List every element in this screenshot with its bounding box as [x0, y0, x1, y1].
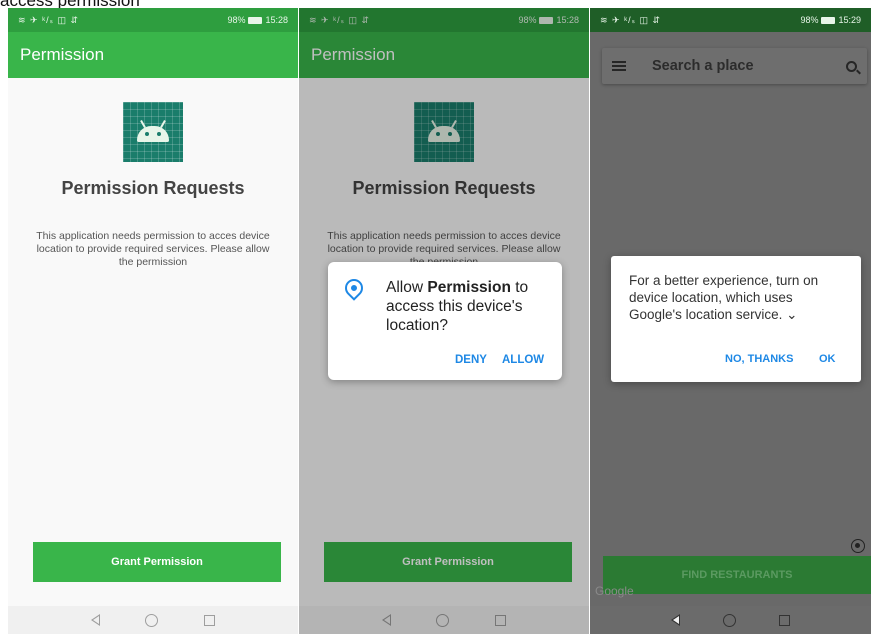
search-icon[interactable]: [846, 60, 857, 72]
status-bar: ≋ ✈ ᵏ/ₛ ◫ ⇵ 98% 15:28: [8, 8, 298, 32]
permission-description: This application needs permission to acc…: [36, 230, 270, 268]
location-pin-icon: [341, 275, 367, 301]
search-bar[interactable]: Search a place: [602, 48, 867, 84]
home-icon[interactable]: [145, 613, 159, 627]
find-restaurants-button[interactable]: FIND RESTAURANTS: [603, 556, 871, 594]
app-bar: Permission: [8, 32, 298, 78]
screen-permission-dialog: ≋ ✈ ᵏ/ₛ ◫ ⇵ 98% 15:28 Permission Permiss…: [299, 8, 589, 634]
ok-button[interactable]: OK: [819, 353, 836, 365]
menu-icon[interactable]: [612, 61, 626, 71]
status-icons: ≋ ✈ ᵏ/ₛ ◫ ⇵: [600, 14, 662, 25]
deny-button[interactable]: DENY: [455, 354, 487, 366]
app-bar-title: Permission: [20, 45, 105, 64]
status-bar: ≋ ✈ ᵏ/ₛ ◫ ⇵ 98% 15:29: [590, 8, 871, 32]
nav-bar: [590, 606, 871, 634]
home-icon[interactable]: [722, 613, 736, 627]
battery-percent: 98%: [227, 15, 246, 25]
battery-icon: [248, 16, 263, 24]
status-icons: ≋ ✈ ᵏ/ₛ ◫ ⇵: [18, 14, 80, 25]
google-logo: Google: [595, 584, 634, 598]
location-service-dialog: For a better experience, turn on device …: [611, 256, 861, 382]
screen-map-location-dialog: ≋ ✈ ᵏ/ₛ ◫ ⇵ 98% 15:29 Search a place FIN…: [590, 8, 871, 634]
allow-button[interactable]: ALLOW: [502, 354, 544, 366]
battery-icon: [821, 16, 836, 24]
grant-permission-button[interactable]: Grant Permission: [33, 542, 281, 582]
recents-icon[interactable]: [778, 614, 790, 626]
search-input[interactable]: Search a place: [652, 58, 846, 74]
permission-dialog-message: Allow Permission to access this device's…: [386, 279, 529, 334]
back-icon[interactable]: [90, 614, 100, 626]
no-thanks-button[interactable]: NO, THANKS: [725, 353, 793, 365]
status-time: 15:28: [265, 15, 288, 25]
recents-icon[interactable]: [204, 614, 216, 626]
permission-dialog: Allow Permission to access this device's…: [328, 262, 562, 380]
screen-permission: ≋ ✈ ᵏ/ₛ ◫ ⇵ 98% 15:28 Permission Permiss…: [8, 8, 298, 634]
location-dialog-message: For a better experience, turn on device …: [629, 273, 819, 322]
back-icon[interactable]: [671, 614, 681, 626]
status-time: 15:29: [838, 15, 861, 25]
content: Permission Requests This application nee…: [8, 78, 298, 606]
page-title: Permission Requests: [61, 178, 245, 198]
android-robot-icon: [123, 102, 183, 162]
my-location-icon[interactable]: [851, 539, 865, 553]
battery-percent: 98%: [800, 15, 819, 25]
nav-bar: [8, 606, 298, 634]
